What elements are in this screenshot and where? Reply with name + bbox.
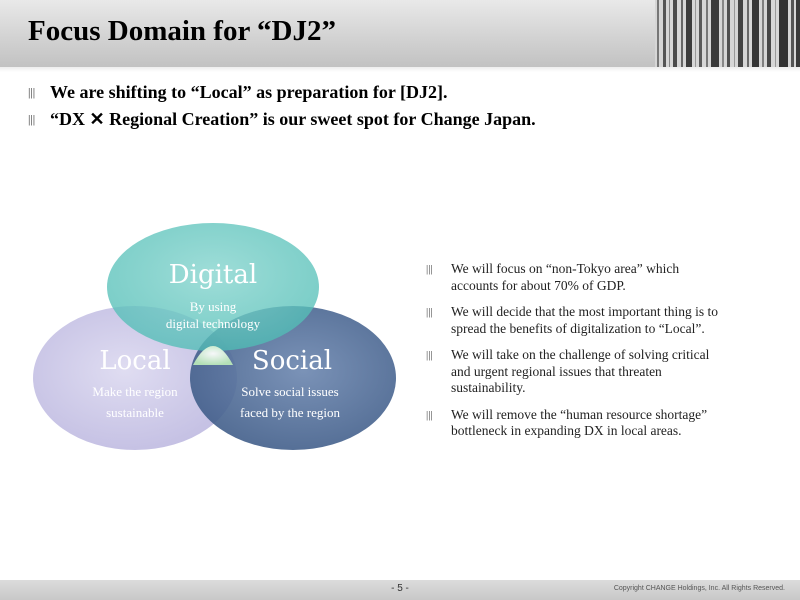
decorative-stripes (655, 0, 800, 67)
top-bullet-2: ||| “DX ✕ Regional Creation” is our sweet… (28, 107, 536, 134)
focus-bullet-2: ||| We will decide that the most importa… (426, 304, 786, 337)
focus-bullet-list: ||| We will focus on “non-Tokyo area” wh… (426, 261, 786, 450)
focus-bullet-line: We will remove the “human resource short… (451, 406, 708, 422)
focus-bullet-1: ||| We will focus on “non-Tokyo area” wh… (426, 261, 786, 294)
focus-bullet-line: sustainability. (451, 380, 526, 395)
digital-desc-1: By using (190, 299, 237, 314)
slide-header: Focus Domain for “DJ2” (0, 0, 800, 67)
focus-bullet-line: We will focus on “non-Tokyo area” which (451, 261, 680, 276)
focus-bullet-line: accounts for about 70% of GDP. (451, 277, 626, 293)
social-desc-1: Solve social issues (241, 384, 339, 399)
focus-bullet-line: We will take on the challenge of solving… (451, 347, 710, 362)
bullet-mark: ||| (28, 85, 36, 99)
bullet-mark: ||| (426, 306, 433, 318)
venn-diagram: Digital By using digital technology Loca… (33, 223, 396, 450)
focus-bullet-3: ||| We will take on the challenge of sol… (426, 347, 786, 397)
local-desc-2: sustainable (106, 405, 164, 420)
focus-bullet-4: ||| We will remove the “human resource s… (426, 407, 786, 440)
header-rule (0, 67, 800, 72)
digital-desc-2: digital technology (166, 316, 261, 331)
social-title: Social (252, 346, 332, 376)
focus-bullet-line: spread the benefits of digitalization to… (451, 320, 705, 336)
top-bullet-text: We are shifting to “Local” as preparatio… (50, 82, 448, 102)
bullet-mark: ||| (426, 349, 433, 361)
page-title: Focus Domain for “DJ2” (28, 15, 336, 47)
local-title: Local (99, 346, 170, 376)
social-desc-2: faced by the region (240, 405, 340, 420)
digital-title: Digital (169, 260, 257, 290)
local-desc-1: Make the region (92, 384, 178, 399)
top-bullet-text: “DX ✕ Regional Creation” is our sweet sp… (50, 109, 536, 129)
copyright-notice: Copyright CHANGE Holdings, Inc. All Righ… (613, 585, 785, 592)
focus-bullet-line: We will decide that the most important t… (451, 304, 718, 319)
focus-bullet-line: bottleneck in expanding DX in local area… (451, 423, 682, 438)
top-bullet-list: ||| We are shifting to “Local” as prepara… (28, 80, 536, 134)
focus-bullet-line: and urgent regional issues that threaten (451, 363, 662, 379)
slide-footer: - 5 - Copyright CHANGE Holdings, Inc. Al… (0, 580, 800, 600)
top-bullet-1: ||| We are shifting to “Local” as prepara… (28, 80, 536, 107)
bullet-mark: ||| (28, 112, 36, 126)
bullet-mark: ||| (426, 263, 433, 275)
bullet-mark: ||| (426, 408, 433, 421)
